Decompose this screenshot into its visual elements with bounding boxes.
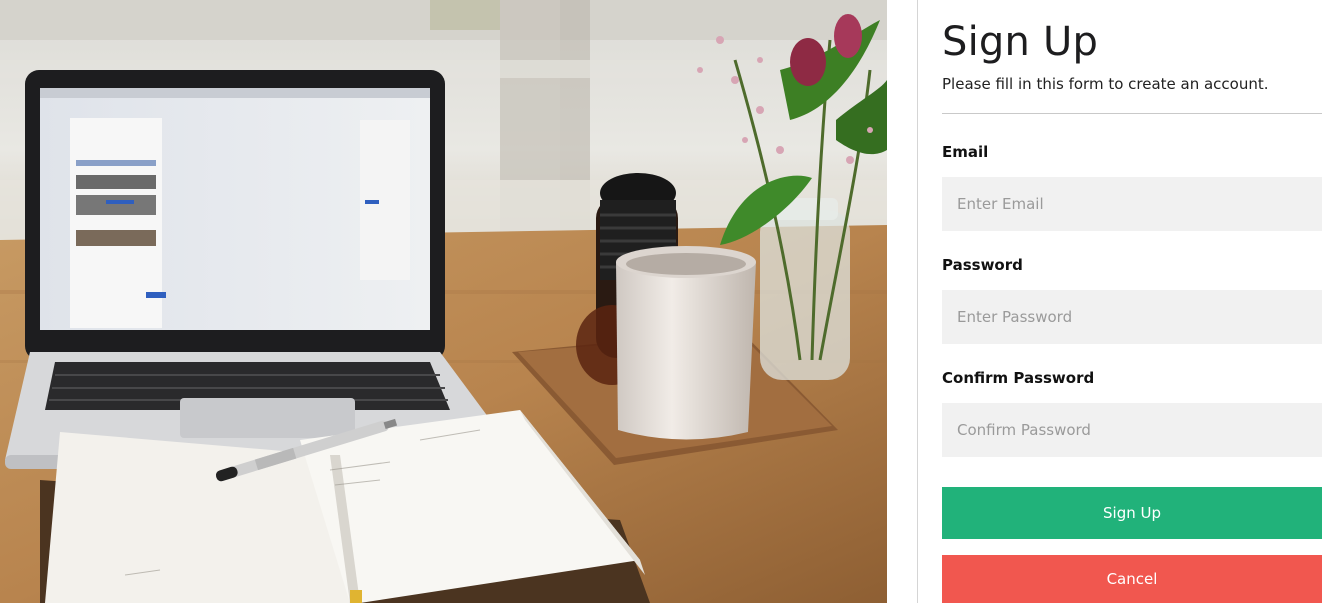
password-label: Password [942, 256, 1023, 274]
email-field[interactable] [942, 177, 1322, 231]
form-subtitle: Please fill in this form to create an ac… [942, 75, 1269, 93]
divider [942, 113, 1322, 114]
confirm-password-field[interactable] [942, 403, 1322, 457]
panel-divider [917, 0, 918, 603]
page-title: Sign Up [942, 19, 1099, 65]
email-label: Email [942, 143, 989, 161]
signup-form: Sign Up Please fill in this form to crea… [942, 0, 1322, 603]
confirm-password-label: Confirm Password [942, 369, 1095, 387]
password-field[interactable] [942, 290, 1322, 344]
cancel-button[interactable]: Cancel [942, 555, 1322, 603]
sign-up-button[interactable]: Sign Up [942, 487, 1322, 539]
hero-image [0, 0, 887, 603]
